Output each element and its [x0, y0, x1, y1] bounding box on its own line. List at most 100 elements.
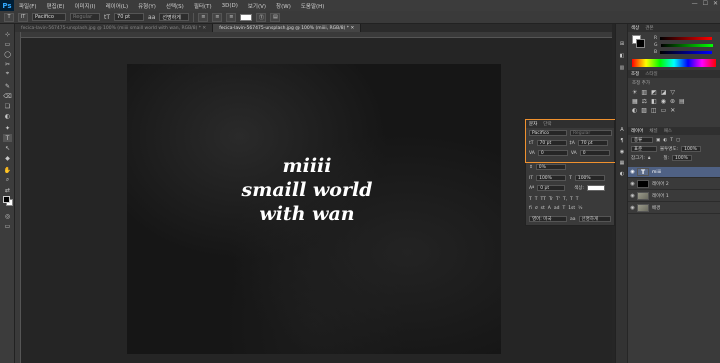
ligature-button[interactable]: A	[548, 206, 551, 211]
tab-adjustments[interactable]: 조정	[631, 71, 639, 77]
tab-swatches[interactable]: 견본	[645, 25, 653, 31]
move-tool-icon[interactable]: ⊹	[3, 30, 12, 38]
slider-r[interactable]	[660, 37, 713, 40]
mixer-icon[interactable]: ⊛	[670, 98, 675, 105]
tab-color[interactable]: 색상	[631, 25, 639, 31]
adjust-icon[interactable]: ◐	[618, 170, 626, 177]
eye-icon[interactable]: ◉	[628, 181, 637, 187]
font-family-select[interactable]: Pacifico	[32, 13, 66, 21]
lasso-tool-icon[interactable]: ◯	[3, 50, 12, 58]
glyph-button[interactable]: T'	[556, 197, 560, 202]
menu-help[interactable]: 도움말(H)	[296, 2, 330, 10]
brush-tool-icon[interactable]: ✎	[3, 82, 12, 90]
layer-row[interactable]: ◉ 배경	[628, 203, 720, 214]
menu-view[interactable]: 보기(V)	[243, 2, 271, 10]
antialias-select[interactable]: 선명하게	[159, 13, 190, 21]
glyph-button[interactable]: TT	[541, 197, 546, 202]
char-antialias-select[interactable]: 선명하게	[578, 216, 611, 222]
posterize-icon[interactable]: ▨	[641, 107, 647, 114]
brush-preset-icon[interactable]: ◉	[618, 148, 626, 155]
align-right-icon[interactable]: ≡	[226, 12, 237, 22]
ligature-button[interactable]: st	[541, 206, 545, 211]
char-color-swatch[interactable]	[587, 185, 605, 191]
font-style-select[interactable]: Regular	[70, 13, 100, 21]
warp-text-icon[interactable]: Ⓣ	[256, 12, 267, 22]
minimize-icon[interactable]: —	[692, 0, 698, 7]
menu-edit[interactable]: 편집(E)	[42, 2, 70, 10]
char-font-size-field[interactable]: 70 pt	[536, 140, 567, 146]
ligature-button[interactable]: 1st	[568, 206, 575, 211]
text-orientation-icon[interactable]: IT	[18, 12, 28, 22]
filter-type-icon[interactable]: T	[670, 138, 673, 143]
swatches-icon[interactable]: ▦	[618, 159, 626, 166]
paragraph-icon[interactable]: ¶	[618, 137, 626, 144]
history-icon[interactable]: ⊞	[618, 40, 626, 47]
photo-filter-icon[interactable]: ◉	[661, 98, 666, 105]
tab-paths[interactable]: 패스	[664, 128, 672, 134]
align-left-icon[interactable]: ≡	[198, 12, 209, 22]
close-icon[interactable]: ✕	[713, 0, 718, 7]
ligature-button[interactable]: T	[562, 206, 565, 211]
lookup-icon[interactable]: ▤	[679, 98, 685, 105]
filter-adjust-icon[interactable]: ◐	[663, 138, 667, 143]
invert-icon[interactable]: ◐	[632, 107, 637, 114]
layer-filter-select[interactable]: 종류	[631, 137, 653, 143]
glyph-button[interactable]: T	[570, 197, 573, 202]
tab-styles[interactable]: 스타일	[645, 71, 657, 77]
menu-filter[interactable]: 필터(T)	[189, 2, 217, 10]
lock-icon[interactable]: 🔒︎	[648, 155, 650, 161]
bw-icon[interactable]: ◧	[651, 98, 657, 105]
char-leading-field[interactable]: 70 pt	[577, 140, 608, 146]
document-tab-active[interactable]: fecica-lavin-567475-unsplash.jpg @ 100% …	[213, 24, 362, 32]
maximize-icon[interactable]: ☐	[703, 0, 708, 7]
layer-row[interactable]: ◉ 레이어 1	[628, 191, 720, 202]
swap-colors-icon[interactable]: ⇄	[3, 186, 12, 194]
type-tool-icon[interactable]: T	[3, 134, 12, 142]
vibrance-icon[interactable]: ▽	[670, 89, 675, 96]
screen-mode-icon[interactable]: ▭	[3, 222, 12, 230]
ligature-button[interactable]: ơ	[535, 206, 538, 211]
brightness-icon[interactable]: ☀	[632, 89, 637, 96]
opacity-field[interactable]: 100%	[681, 146, 702, 152]
pen-tool-icon[interactable]: ✦	[3, 124, 12, 132]
glyph-button[interactable]: Tr	[549, 197, 553, 202]
eyedropper-tool-icon[interactable]: ⌖	[3, 70, 12, 78]
dodge-tool-icon[interactable]: ◐	[3, 112, 12, 120]
char-vertical-scale-field[interactable]: 100%	[536, 175, 567, 181]
align-center-icon[interactable]: ≡	[212, 12, 223, 22]
glyph-button[interactable]: T	[576, 197, 579, 202]
glyph-button[interactable]: T	[535, 197, 538, 202]
selective-color-icon[interactable]: ✕	[670, 107, 675, 114]
char-font-family-select[interactable]: Pacifico	[529, 130, 567, 136]
menu-3d[interactable]: 3D(D)	[217, 3, 243, 9]
eye-icon[interactable]: ◉	[628, 193, 637, 199]
shape-tool-icon[interactable]: ◆	[3, 154, 12, 162]
language-select[interactable]: 영어: 미국	[529, 216, 567, 222]
fill-field[interactable]: 100%	[672, 155, 692, 161]
char-horizontal-scale-field[interactable]: 100%	[574, 175, 605, 181]
menu-type[interactable]: 유형(Y)	[133, 2, 161, 10]
menu-file[interactable]: 파일(F)	[14, 2, 42, 10]
eraser-tool-icon[interactable]: ⌫	[3, 92, 12, 100]
filter-shape-icon[interactable]: ▢	[676, 138, 680, 143]
glyph-button[interactable]: T	[529, 197, 532, 202]
menu-select[interactable]: 선택(S)	[161, 2, 189, 10]
exposure-icon[interactable]: ◪	[661, 89, 667, 96]
canvas-area[interactable]: miiii smaill world with wan	[21, 38, 612, 363]
gradient-map-icon[interactable]: ▭	[661, 107, 667, 114]
blend-mode-select[interactable]: 표준	[631, 146, 657, 152]
ligature-button[interactable]: ½	[578, 206, 582, 211]
char-kerning-field[interactable]: 0	[537, 150, 568, 156]
character-icon[interactable]: A	[618, 126, 626, 133]
foreground-color-swatch[interactable]	[3, 196, 10, 203]
eye-icon[interactable]: ◉	[628, 205, 637, 211]
color-spectrum[interactable]	[632, 59, 716, 67]
text-color-swatch[interactable]	[240, 13, 253, 21]
quick-mask-icon[interactable]: ◎	[3, 212, 12, 220]
tab-channels[interactable]: 채널	[649, 128, 657, 134]
glyph-button[interactable]: T,	[563, 197, 567, 202]
slider-g[interactable]	[660, 44, 713, 47]
canvas-text-layer[interactable]: miiii smaill world with wan	[187, 154, 427, 226]
type-tool-icon[interactable]: T	[4, 12, 14, 22]
filter-pixel-icon[interactable]: ▣	[656, 138, 660, 143]
